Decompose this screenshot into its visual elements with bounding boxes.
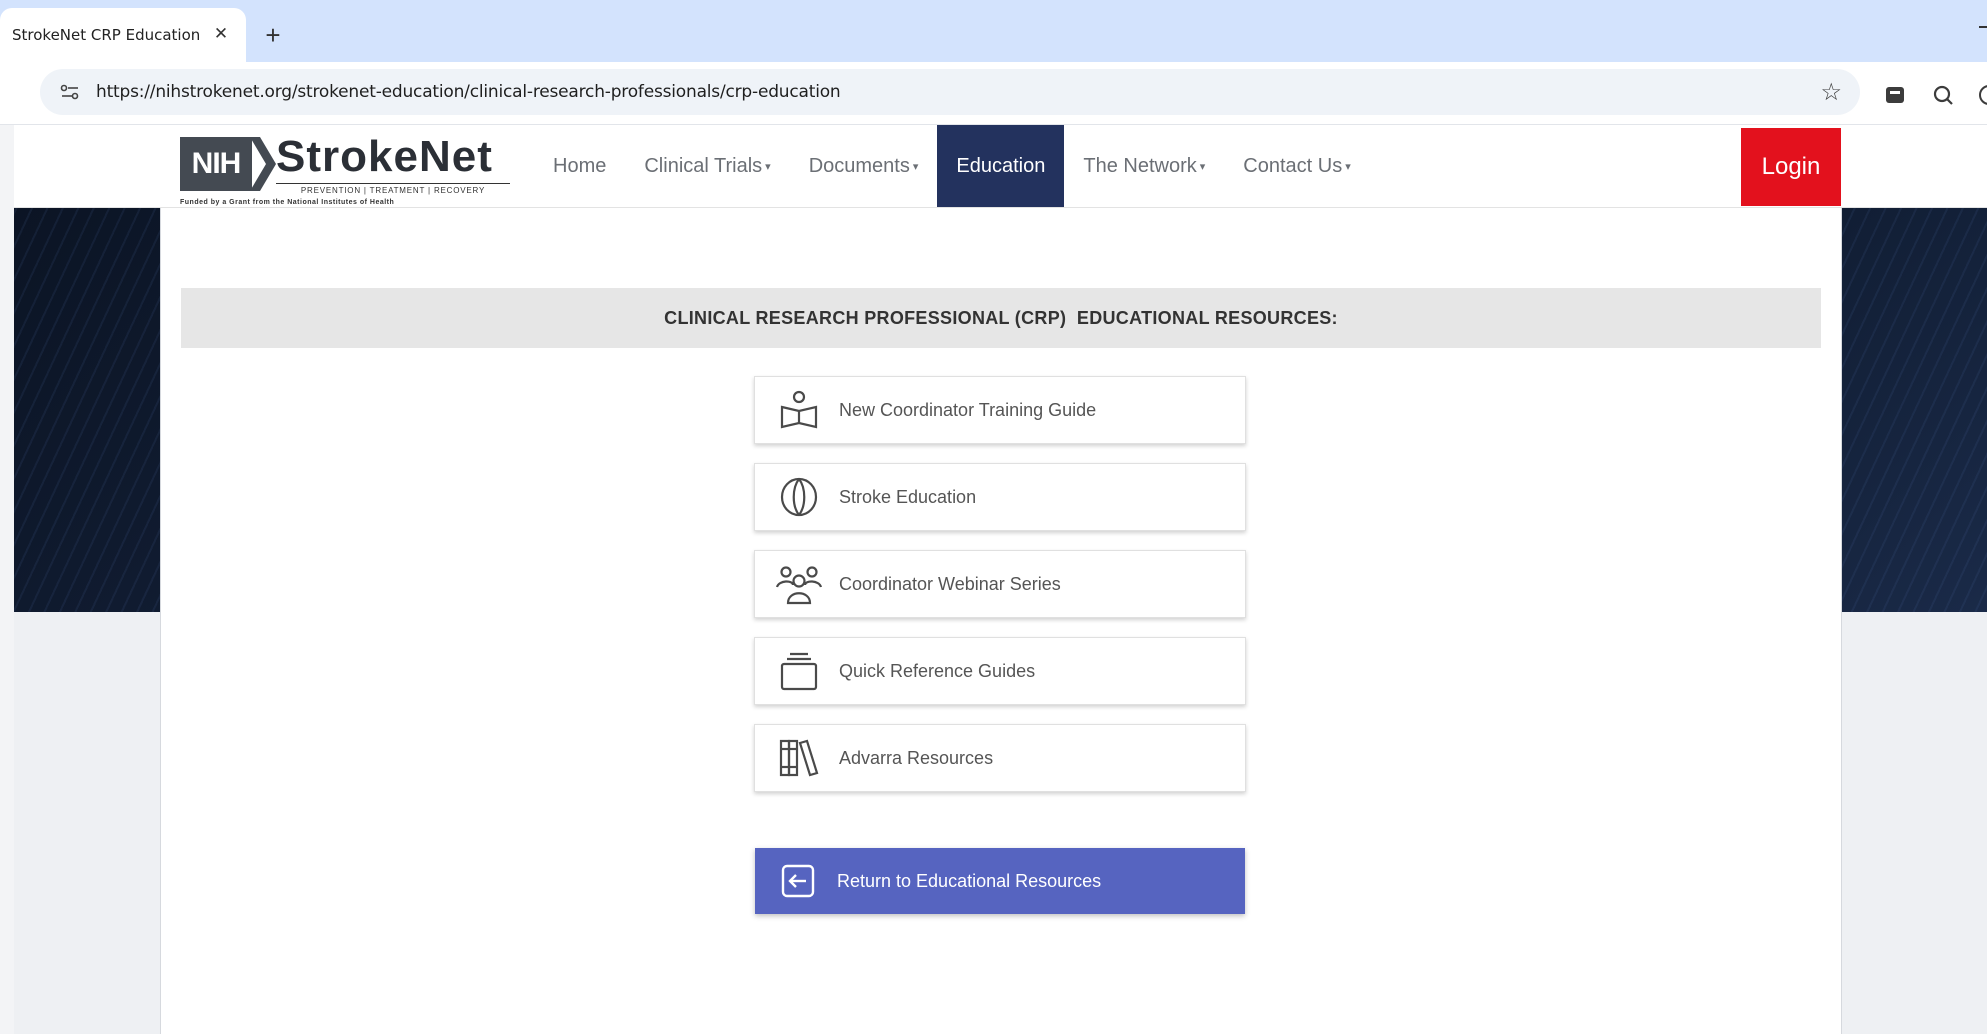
nav-the-network[interactable]: The Network ▾ [1064, 125, 1224, 207]
nav-documents[interactable]: Documents ▾ [790, 125, 938, 207]
logo-funding-note: Funded by a Grant from the National Inst… [180, 199, 395, 206]
resource-label: Coordinator Webinar Series [839, 573, 1061, 594]
nav-contact-us[interactable]: Contact Us ▾ [1224, 125, 1369, 207]
arrow-left-box-icon [779, 862, 817, 900]
browser-tabstrip: StrokeNet CRP Education ✕ + [0, 0, 1987, 62]
nav-documents-label: Documents [808, 154, 910, 177]
stack-icon [775, 647, 823, 695]
resource-label: Quick Reference Guides [839, 660, 1036, 681]
page-edge [0, 125, 14, 1034]
book-person-icon [775, 386, 823, 434]
logo-tagline: PREVENTION | TREATMENT | RECOVERY [300, 186, 486, 195]
resource-stroke-education[interactable]: Stroke Education [754, 463, 1246, 531]
main-nav: Home Clinical Trials ▾ Documents ▾ Educati… [534, 125, 1370, 207]
profile-icon[interactable] [1978, 84, 1987, 106]
resource-new-coordinator-training-guide[interactable]: New Coordinator Training Guide [754, 376, 1246, 444]
resource-label: Advarra Resources [839, 747, 994, 768]
nav-education-label: Education [956, 154, 1046, 177]
resource-advarra-resources[interactable]: Advarra Resources [754, 724, 1246, 792]
nav-the-network-label: The Network [1083, 154, 1197, 177]
browser-tab[interactable]: StrokeNet CRP Education ✕ [0, 8, 246, 62]
tab-close-icon[interactable]: ✕ [210, 23, 232, 45]
group-icon [775, 560, 823, 608]
new-tab-button[interactable]: + [258, 20, 288, 50]
tab-title: StrokeNet CRP Education [12, 26, 201, 44]
nav-clinical-trials-label: Clinical Trials [644, 154, 763, 177]
library-books-icon [775, 734, 823, 782]
nav-home-label: Home [553, 154, 607, 177]
site-info-icon[interactable] [58, 80, 82, 104]
bookmark-star-icon[interactable]: ☆ [1820, 78, 1842, 107]
return-to-educational-resources-button[interactable]: Return to Educational Resources [755, 848, 1245, 914]
return-button-label: Return to Educational Resources [837, 870, 1102, 891]
address-bar[interactable]: https://nihstrokenet.org/strokenet-educa… [40, 69, 1860, 115]
search-lens-icon[interactable] [1932, 84, 1954, 106]
nav-home[interactable]: Home [534, 125, 625, 207]
extension-icon[interactable] [1884, 84, 1906, 106]
logo-rule [276, 183, 510, 184]
section-title: CLINICAL RESEARCH PROFESSIONAL (CRP) EDU… [181, 288, 1821, 348]
resource-coordinator-webinar-series[interactable]: Coordinator Webinar Series [754, 550, 1246, 618]
logo-wordmark: StrokeNet [276, 132, 493, 181]
nav-contact-us-label: Contact Us [1243, 154, 1343, 177]
login-button[interactable]: Login [1741, 128, 1841, 206]
nav-education[interactable]: Education [937, 125, 1065, 207]
brain-icon [775, 473, 823, 521]
window-minimize-icon[interactable] [1979, 26, 1987, 28]
browser-toolbar: https://nihstrokenet.org/strokenet-educa… [0, 62, 1987, 125]
url-text[interactable]: https://nihstrokenet.org/strokenet-educa… [96, 82, 841, 102]
resource-quick-reference-guides[interactable]: Quick Reference Guides [754, 637, 1246, 705]
site-navbar: NIH StrokeNet PREVENTION | TREATMENT | R… [14, 125, 1987, 208]
resource-label: New Coordinator Training Guide [839, 399, 1097, 420]
logo-chevron-icon [250, 137, 276, 191]
nav-clinical-trials[interactable]: Clinical Trials ▾ [625, 125, 789, 207]
caret-down-icon: ▾ [1345, 160, 1351, 173]
caret-down-icon: ▾ [1199, 160, 1206, 173]
caret-down-icon: ▾ [912, 160, 919, 173]
caret-down-icon: ▾ [765, 160, 771, 173]
site-logo[interactable]: NIH StrokeNet PREVENTION | TREATMENT | R… [180, 132, 514, 206]
logo-nih-badge: NIH [180, 137, 252, 191]
resource-label: Stroke Education [839, 486, 977, 507]
